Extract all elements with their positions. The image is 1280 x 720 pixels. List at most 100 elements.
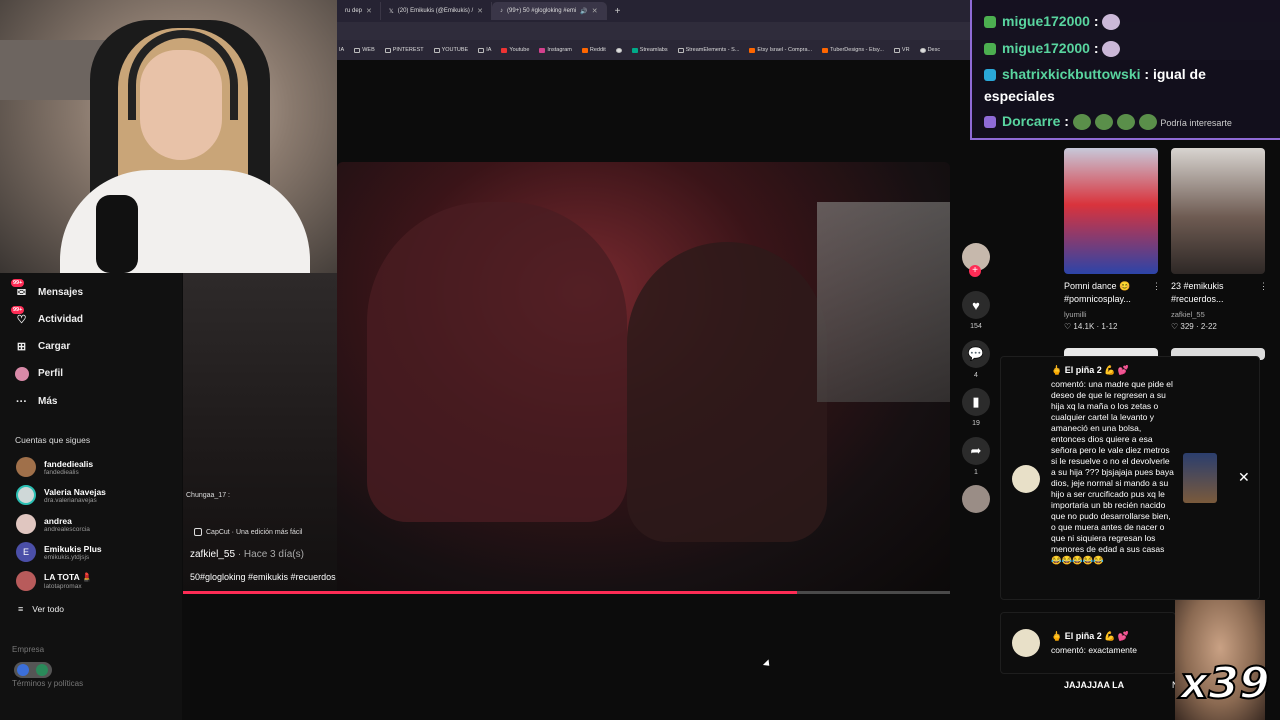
stream-chat-overlay: migue172000 : migue172000 : shatrixkickb…: [970, 0, 1280, 140]
comment-button[interactable]: 💬 4: [960, 340, 992, 379]
share-button[interactable]: ➦ 1: [960, 437, 992, 476]
browser-tab-active[interactable]: ♪ (99+) 50 #glogloking #emi 🔊 ✕: [492, 2, 607, 20]
comment-notification[interactable]: 🖕 El piña 2 💪 💕 comentó: una madre que p…: [1000, 356, 1260, 600]
recommendation-title[interactable]: 23 #emikukis #recuerdos...: [1171, 280, 1263, 306]
bookmark-label: StreamElements - S...: [685, 47, 740, 53]
bookmark-item[interactable]: Desc: [919, 47, 940, 53]
chat-message: migue172000 :: [984, 40, 1121, 58]
music-disc-button[interactable]: [960, 485, 992, 513]
more-options-icon[interactable]: ⋮: [1259, 281, 1268, 292]
following-item[interactable]: andrea andrealescorcia: [16, 514, 90, 534]
recommendation-author[interactable]: zafkiel_55: [1171, 310, 1205, 319]
comment-notification[interactable]: 🖕 El piña 2 💪 💕 comentó: exactamente: [1000, 612, 1176, 674]
video-progress-bar[interactable]: [183, 591, 950, 594]
following-name: Valeria Navejas: [44, 486, 106, 497]
recommendation-thumbnail[interactable]: [1171, 148, 1265, 274]
recommendation-author[interactable]: lyumilli: [1064, 310, 1087, 319]
close-icon[interactable]: ✕: [366, 7, 372, 15]
bookmark-item[interactable]: Streamlabs: [631, 47, 668, 53]
bookmark-item[interactable]: Instagram: [539, 47, 572, 53]
sidebar-item-profile[interactable]: Perfil: [14, 366, 63, 381]
avatar: [16, 571, 36, 591]
globe-icon: [615, 47, 622, 53]
share-icon: ➦: [962, 437, 990, 465]
following-handle: fandediealis: [44, 468, 79, 476]
save-count: 19: [972, 420, 980, 427]
bookmark-item[interactable]: Youtube: [501, 47, 529, 53]
comment-icon: 💬: [962, 340, 990, 368]
bookmark-item[interactable]: StreamElements - S...: [677, 47, 740, 53]
chat-username: migue172000: [1002, 40, 1090, 56]
save-button[interactable]: ▮ 19: [960, 388, 992, 427]
webcam-overlay: [0, 0, 337, 273]
sidebar-item-label: Más: [38, 396, 58, 407]
footer-company-link[interactable]: Empresa: [12, 645, 44, 654]
follow-plus-icon[interactable]: +: [969, 265, 981, 277]
following-item[interactable]: LA TOTA 💄 latotapromax: [16, 571, 92, 591]
following-item[interactable]: E Emikukis Plus emikukis.ytdjsjs: [16, 542, 102, 562]
new-tab-button[interactable]: +: [607, 6, 629, 17]
close-icon[interactable]: ✕: [477, 7, 483, 15]
suggestion-label: Podría interesarte: [1160, 118, 1232, 128]
following-name: Emikukis Plus: [44, 543, 102, 554]
x-logo-icon: 𝕏: [388, 8, 394, 15]
bookmark-item[interactable]: WEB: [354, 47, 375, 53]
sidebar-item-upload[interactable]: ⊞ Cargar: [14, 339, 70, 354]
video-person-right: [627, 242, 827, 542]
following-item[interactable]: Valeria Navejas dra.valerianavejas: [16, 485, 106, 505]
pepe-emote-icon: [1094, 114, 1113, 131]
bookmark-item[interactable]: IA: [478, 47, 491, 53]
emote-icon: [1102, 41, 1121, 58]
video-player[interactable]: [337, 162, 950, 594]
avatar: [16, 514, 36, 534]
speaker-icon[interactable]: 🔊: [580, 8, 587, 15]
comment-video-thumbnail[interactable]: [1183, 453, 1217, 503]
following-item[interactable]: fandediealis fandediealis: [16, 457, 93, 477]
close-icon[interactable]: ✕: [1238, 469, 1250, 486]
sidebar-item-activity[interactable]: ♡ 99+ Actividad: [11, 306, 84, 327]
globe-icon: [919, 47, 926, 53]
following-handle: dra.valerianavejas: [44, 496, 97, 504]
recommendation-title[interactable]: Pomni dance 😊 #pomnicosplay...: [1064, 280, 1156, 306]
video-author-line[interactable]: zafkiel_55 · Hace 3 día(s): [190, 549, 304, 560]
bookmark-item[interactable]: Etsy Israel - Compra...: [749, 47, 812, 53]
youtube-icon: [501, 47, 508, 53]
bookmark-label: Etsy Israel - Compra...: [757, 47, 813, 53]
bookmark-item[interactable]: TuberDesigns - Etsy...: [822, 47, 884, 53]
close-icon[interactable]: ✕: [592, 7, 598, 15]
capcut-tag[interactable]: CapCut · Una edición más fácil: [194, 528, 303, 536]
bookmark-icon: ▮: [962, 388, 990, 416]
recommendation-title[interactable]: JAJAJJAA LA: [1064, 679, 1156, 692]
capcut-label: CapCut · Una edición más fácil: [206, 528, 303, 536]
upload-icon: ⊞: [16, 341, 27, 353]
music-disc-icon: [962, 485, 990, 513]
browser-tab[interactable]: ru dep ✕: [337, 2, 381, 20]
browser-tab[interactable]: 𝕏 (20) Emikukis (@Emikukis) / ✕: [381, 2, 493, 20]
capcut-icon: [194, 528, 202, 536]
pepe-emote-icon: [1138, 114, 1157, 131]
like-button[interactable]: ♥ 154: [960, 291, 992, 330]
bookmark-item[interactable]: [615, 47, 622, 53]
more-icon: ···: [16, 395, 27, 408]
see-all-link[interactable]: ≡ Ver todo: [18, 604, 64, 614]
footer-terms-link[interactable]: Términos y políticas: [12, 679, 83, 688]
video-car-window: [817, 202, 950, 402]
folder-icon: [893, 47, 900, 53]
recommendation-thumbnail[interactable]: [1064, 148, 1158, 274]
bookmark-item[interactable]: YOUTUBE: [433, 47, 468, 53]
creator-avatar-button[interactable]: +: [960, 243, 992, 277]
tab-title: (99+) 50 #glogloking #emi: [507, 8, 577, 14]
more-options-icon[interactable]: ⋮: [1152, 281, 1161, 292]
toggle-pill[interactable]: [14, 662, 52, 678]
bookmark-item[interactable]: Reddit: [581, 47, 606, 53]
sidebar-item-label: Actividad: [38, 314, 84, 325]
chat-message: migue172000 :: [984, 13, 1121, 31]
bookmark-item[interactable]: VR: [893, 47, 910, 53]
notification-badge: 99+: [11, 279, 25, 287]
sidebar-item-more[interactable]: ··· Más: [14, 394, 57, 409]
bookmark-label: Streamlabs: [639, 47, 668, 53]
sidebar-item-messages[interactable]: ✉ 99+ Mensajes: [11, 279, 83, 300]
bookmark-item[interactable]: PINTEREST: [384, 47, 424, 53]
bookmark-item[interactable]: IA: [339, 47, 344, 53]
streamelements-icon: [677, 47, 684, 53]
